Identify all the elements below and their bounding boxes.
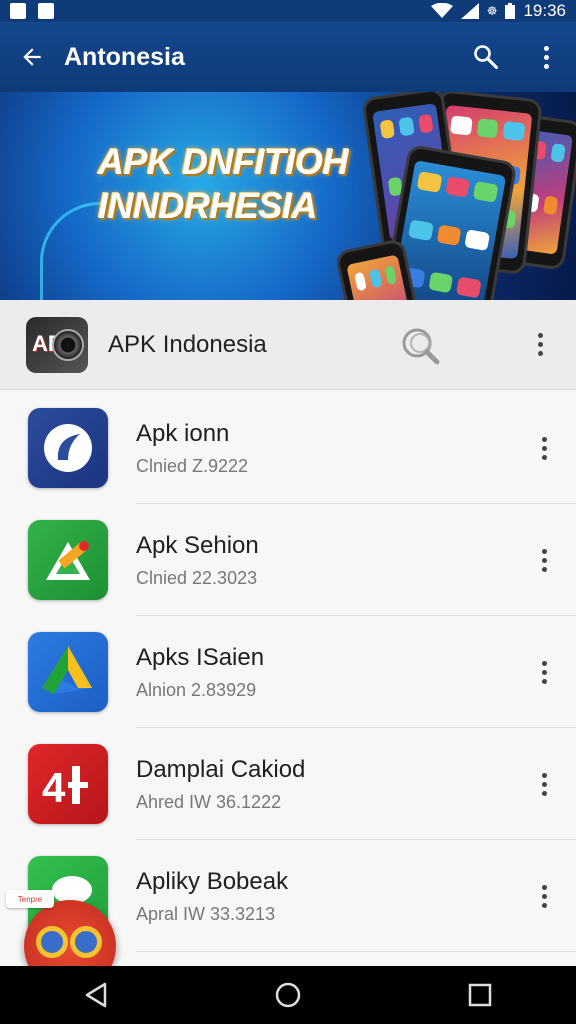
app-title: Apliky Bobeak	[136, 867, 289, 895]
banner-headline: APK DNFITIOH INNDRHESIA	[98, 140, 349, 228]
more-vert-icon	[537, 333, 543, 356]
camera-lens-icon	[52, 328, 84, 361]
home-circle-icon	[275, 982, 301, 1008]
app-title: Apks ISaien	[136, 643, 265, 671]
search-icon	[474, 45, 499, 70]
app-title: Apk Sehion	[136, 531, 259, 559]
wifi-icon	[430, 3, 453, 18]
nav-back-button[interactable]	[56, 966, 136, 1024]
app-subtitle: Alnion 2.83929	[136, 679, 257, 700]
arrow-back-icon	[23, 48, 41, 66]
list-item[interactable]: Apks ISaien Alnion 2.83929	[0, 616, 576, 728]
decorative-swoop	[40, 202, 100, 300]
promo-banner[interactable]: APK DNFITIOH INNDRHESIA	[0, 92, 576, 300]
more-vert-icon	[543, 45, 549, 69]
overflow-menu-button[interactable]	[516, 22, 576, 92]
list-item[interactable]: Apk Sehion Clnied 22.3023	[0, 504, 576, 616]
ring-icon	[36, 926, 68, 958]
more-vert-icon	[541, 660, 547, 684]
app-logo: APK	[26, 316, 88, 373]
app-list: Apk ionn Clnied Z.9222 Apk Sehion Clnied…	[0, 392, 576, 966]
more-vert-icon	[541, 884, 547, 908]
more-vert-icon	[541, 436, 547, 460]
app-subtitle: Ahred IW 36.1222	[136, 791, 282, 812]
more-vert-icon	[541, 772, 547, 796]
notification-icons	[10, 3, 54, 19]
system-nav-bar	[0, 966, 576, 1024]
list-item[interactable]: Apk ionn Clnied Z.9222	[0, 392, 576, 504]
svg-text:4: 4	[42, 764, 66, 811]
battery-icon	[505, 3, 516, 19]
page-title: Antonesia	[64, 42, 185, 71]
search-icon	[402, 328, 440, 364]
list-item[interactable]: 4 Damplai Cakiod Ahred IW 36.1222	[0, 728, 576, 840]
app-subtitle: Apral IW 33.3213	[136, 903, 276, 924]
fab-chip: Tenpre	[6, 890, 54, 908]
notification-icon	[10, 3, 26, 19]
signal-icon	[460, 3, 479, 19]
item-menu-button[interactable]	[524, 418, 564, 478]
notification-icon	[38, 3, 54, 19]
green-ruler-icon	[28, 520, 108, 600]
recents-square-icon	[468, 983, 492, 1007]
drive-triangle-icon	[28, 632, 108, 712]
app-search-button[interactable]	[392, 315, 452, 375]
app-header: APK APK Indonesia	[0, 300, 576, 390]
nav-home-button[interactable]	[248, 966, 328, 1024]
app-subtitle: Clnied Z.9222	[136, 455, 249, 476]
clock: 19:36	[523, 1, 566, 20]
back-button[interactable]	[0, 22, 64, 92]
back-triangle-icon	[85, 982, 107, 1008]
app-subtitle: Clnied 22.3023	[136, 567, 258, 588]
app-title: Damplai Cakiod	[136, 755, 306, 783]
app-name: APK Indonesia	[108, 330, 267, 358]
item-menu-button[interactable]	[524, 866, 564, 926]
red-4-icon: 4	[28, 744, 108, 824]
item-menu-button[interactable]	[524, 754, 564, 814]
blue-refresh-icon	[28, 408, 108, 488]
app-title: Apk ionn	[136, 419, 230, 447]
more-vert-icon	[541, 548, 547, 572]
item-menu-button[interactable]	[524, 530, 564, 590]
item-menu-button[interactable]	[524, 642, 564, 702]
nav-recents-button[interactable]	[440, 966, 520, 1024]
banner-headline-line1: APK DNFITIOH	[98, 141, 349, 182]
ring-icon	[70, 926, 102, 958]
system-icons: ☸ 19:36	[430, 1, 566, 21]
signal-glyph: ☸	[486, 4, 498, 18]
status-bar: ☸ 19:36	[0, 0, 576, 22]
search-button[interactable]	[456, 22, 516, 92]
app-menu-button[interactable]	[522, 315, 558, 375]
app-bar: Antonesia	[0, 22, 576, 92]
banner-headline-line2: INNDRHESIA	[98, 185, 318, 226]
